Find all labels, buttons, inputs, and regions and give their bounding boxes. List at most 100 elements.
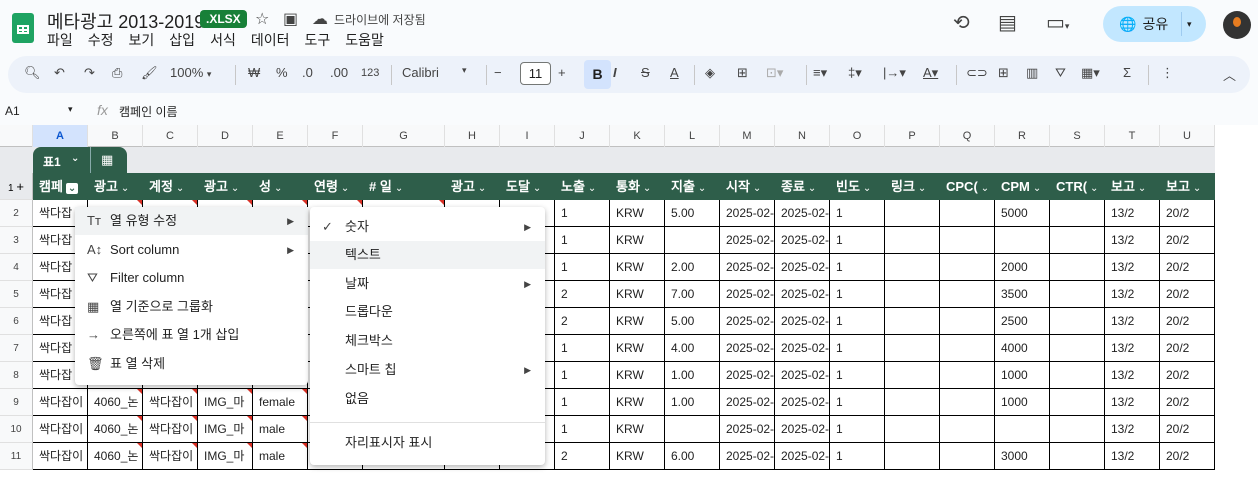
increase-decimal-button[interactable]: .00 (330, 65, 348, 80)
table-cell[interactable] (1050, 308, 1105, 335)
table-cell[interactable]: 20/2 (1160, 200, 1215, 227)
table-cell[interactable]: 1 (830, 227, 885, 254)
percent-button[interactable]: % (276, 65, 288, 80)
move-folder-icon[interactable]: ▣ (283, 9, 298, 29)
column-header-A[interactable]: A (33, 125, 88, 147)
table-cell[interactable]: 싹다잡이 (143, 389, 198, 416)
context-menu-item[interactable]: ⛛ Filter column (75, 264, 308, 292)
table-cell[interactable]: 20/2 (1160, 227, 1215, 254)
table-cell[interactable]: 2025-02- (775, 227, 830, 254)
table-cell[interactable]: 20/2 (1160, 335, 1215, 362)
filter-icon[interactable]: ⛛ (1055, 65, 1066, 81)
table-cell[interactable]: 2025-02- (775, 443, 830, 470)
table-cell[interactable]: 20/2 (1160, 281, 1215, 308)
row-header[interactable]: 3 (0, 227, 33, 254)
column-header-R[interactable]: R (995, 125, 1050, 147)
table-cell[interactable]: 2025-02- (775, 281, 830, 308)
table-cell[interactable]: 싹다잡이 (33, 443, 88, 470)
column-header-E[interactable]: E (253, 125, 308, 147)
menu-5[interactable]: 데이터 (251, 30, 290, 50)
row-header[interactable]: 7 (0, 335, 33, 362)
font-select[interactable]: Calibri ▾ (402, 65, 474, 80)
chevron-down-icon[interactable]: ⌄ (1193, 183, 1201, 194)
paint-format-icon[interactable]: 🖌︎ (141, 65, 158, 81)
table-cell[interactable]: 2025-02- (775, 200, 830, 227)
table-cell[interactable]: 2025-02- (720, 254, 775, 281)
row-header[interactable]: 6 (0, 308, 33, 335)
functions-icon[interactable]: Σ (1123, 65, 1131, 80)
table-cell[interactable]: female (253, 389, 308, 416)
table-cell[interactable]: 1 (830, 200, 885, 227)
table-cell[interactable]: 2500 (995, 308, 1050, 335)
table-cell[interactable] (885, 308, 940, 335)
table-column-header[interactable]: 도달 ⌄ (500, 173, 555, 200)
table-cell[interactable]: 13/2 (1105, 389, 1160, 416)
table-cell[interactable]: 1 (555, 389, 610, 416)
table-cell[interactable]: 2 (555, 443, 610, 470)
table-cell[interactable]: 3500 (995, 281, 1050, 308)
vertical-align-icon[interactable]: ‡▾ (848, 65, 862, 81)
table-cell[interactable]: 13/2 (1105, 227, 1160, 254)
table-cell[interactable] (940, 389, 995, 416)
chevron-down-icon[interactable]: ⌄ (588, 183, 596, 194)
column-header-F[interactable]: F (308, 125, 363, 147)
table-cell[interactable]: 1000 (995, 362, 1050, 389)
table-column-header[interactable]: 시작 ⌄ (720, 173, 775, 200)
table-column-header[interactable]: 보고 ⌄ (1105, 173, 1160, 200)
column-type-option[interactable]: 체크박스 (310, 327, 545, 355)
text-color-icon[interactable]: A (670, 65, 679, 80)
table-column-header[interactable]: 링크 ⌄ (885, 173, 940, 200)
table-cell[interactable]: 1 (830, 335, 885, 362)
chevron-down-icon[interactable]: ⌄ (918, 183, 926, 194)
share-button[interactable]: 🌐 공유 ▾ (1103, 6, 1206, 42)
table-cell[interactable] (940, 308, 995, 335)
table-cell[interactable]: 20/2 (1160, 362, 1215, 389)
table-cell[interactable] (1050, 416, 1105, 443)
menu-1[interactable]: 수정 (88, 30, 114, 50)
table-cell[interactable]: 싹다잡이 (33, 416, 88, 443)
table-cell[interactable]: 1 (555, 227, 610, 254)
horizontal-align-icon[interactable]: ≡▾ (813, 65, 827, 81)
table-cell[interactable]: 2025-02- (775, 416, 830, 443)
row-header[interactable]: 10 (0, 416, 33, 443)
chevron-down-icon[interactable]: ⌄ (478, 183, 486, 194)
strikethrough-icon[interactable]: S (641, 65, 650, 80)
table-cell[interactable] (940, 227, 995, 254)
star-icon[interactable]: ☆ (255, 9, 269, 29)
table-column-header[interactable]: 광고 ⌄ (198, 173, 253, 200)
table-tab[interactable]: 표1 ⌄ ▦ (33, 147, 127, 173)
table-column-header[interactable]: CTR(⌄ (1050, 173, 1105, 200)
column-header-G[interactable]: G (363, 125, 445, 147)
decrease-font-size-button[interactable]: − (494, 65, 502, 80)
table-cell[interactable] (885, 416, 940, 443)
table-column-header[interactable]: 광고 ⌄ (88, 173, 143, 200)
table-cell[interactable]: 13/2 (1105, 254, 1160, 281)
table-column-header[interactable]: 보고 ⌄ (1160, 173, 1215, 200)
undo-icon[interactable]: ↶ (54, 65, 65, 81)
table-column-header[interactable]: 지출 ⌄ (665, 173, 720, 200)
column-header-S[interactable]: S (1050, 125, 1105, 147)
table-cell[interactable]: KRW (610, 200, 665, 227)
table-cell[interactable]: 4060_논 (88, 389, 143, 416)
row-header[interactable]: 2 (0, 200, 33, 227)
table-cell[interactable]: 13/2 (1105, 362, 1160, 389)
table-cell[interactable] (885, 389, 940, 416)
more-icon[interactable]: ⋮ (1161, 65, 1174, 81)
column-header-J[interactable]: J (555, 125, 610, 147)
table-cell[interactable]: 20/2 (1160, 254, 1215, 281)
table-cell[interactable] (885, 362, 940, 389)
table-cell[interactable]: KRW (610, 254, 665, 281)
table-cell[interactable] (885, 443, 940, 470)
currency-button[interactable]: ₩ (248, 65, 260, 80)
group-by-icon[interactable]: ▦ (101, 152, 113, 168)
table-cell[interactable]: 13/2 (1105, 416, 1160, 443)
column-header-P[interactable]: P (885, 125, 940, 147)
column-type-option[interactable]: 드롭다운 (310, 298, 545, 326)
chevron-down-icon[interactable]: ⌄ (981, 183, 989, 194)
chevron-down-icon[interactable]: ⌄ (71, 153, 79, 164)
context-menu-item[interactable]: → 오른쪽에 표 열 1개 삽입 (75, 321, 308, 349)
column-header-N[interactable]: N (775, 125, 830, 147)
table-cell[interactable]: 13/2 (1105, 200, 1160, 227)
context-menu-item[interactable]: A↕ Sort column ▶ (75, 236, 308, 264)
table-cell[interactable] (885, 254, 940, 281)
